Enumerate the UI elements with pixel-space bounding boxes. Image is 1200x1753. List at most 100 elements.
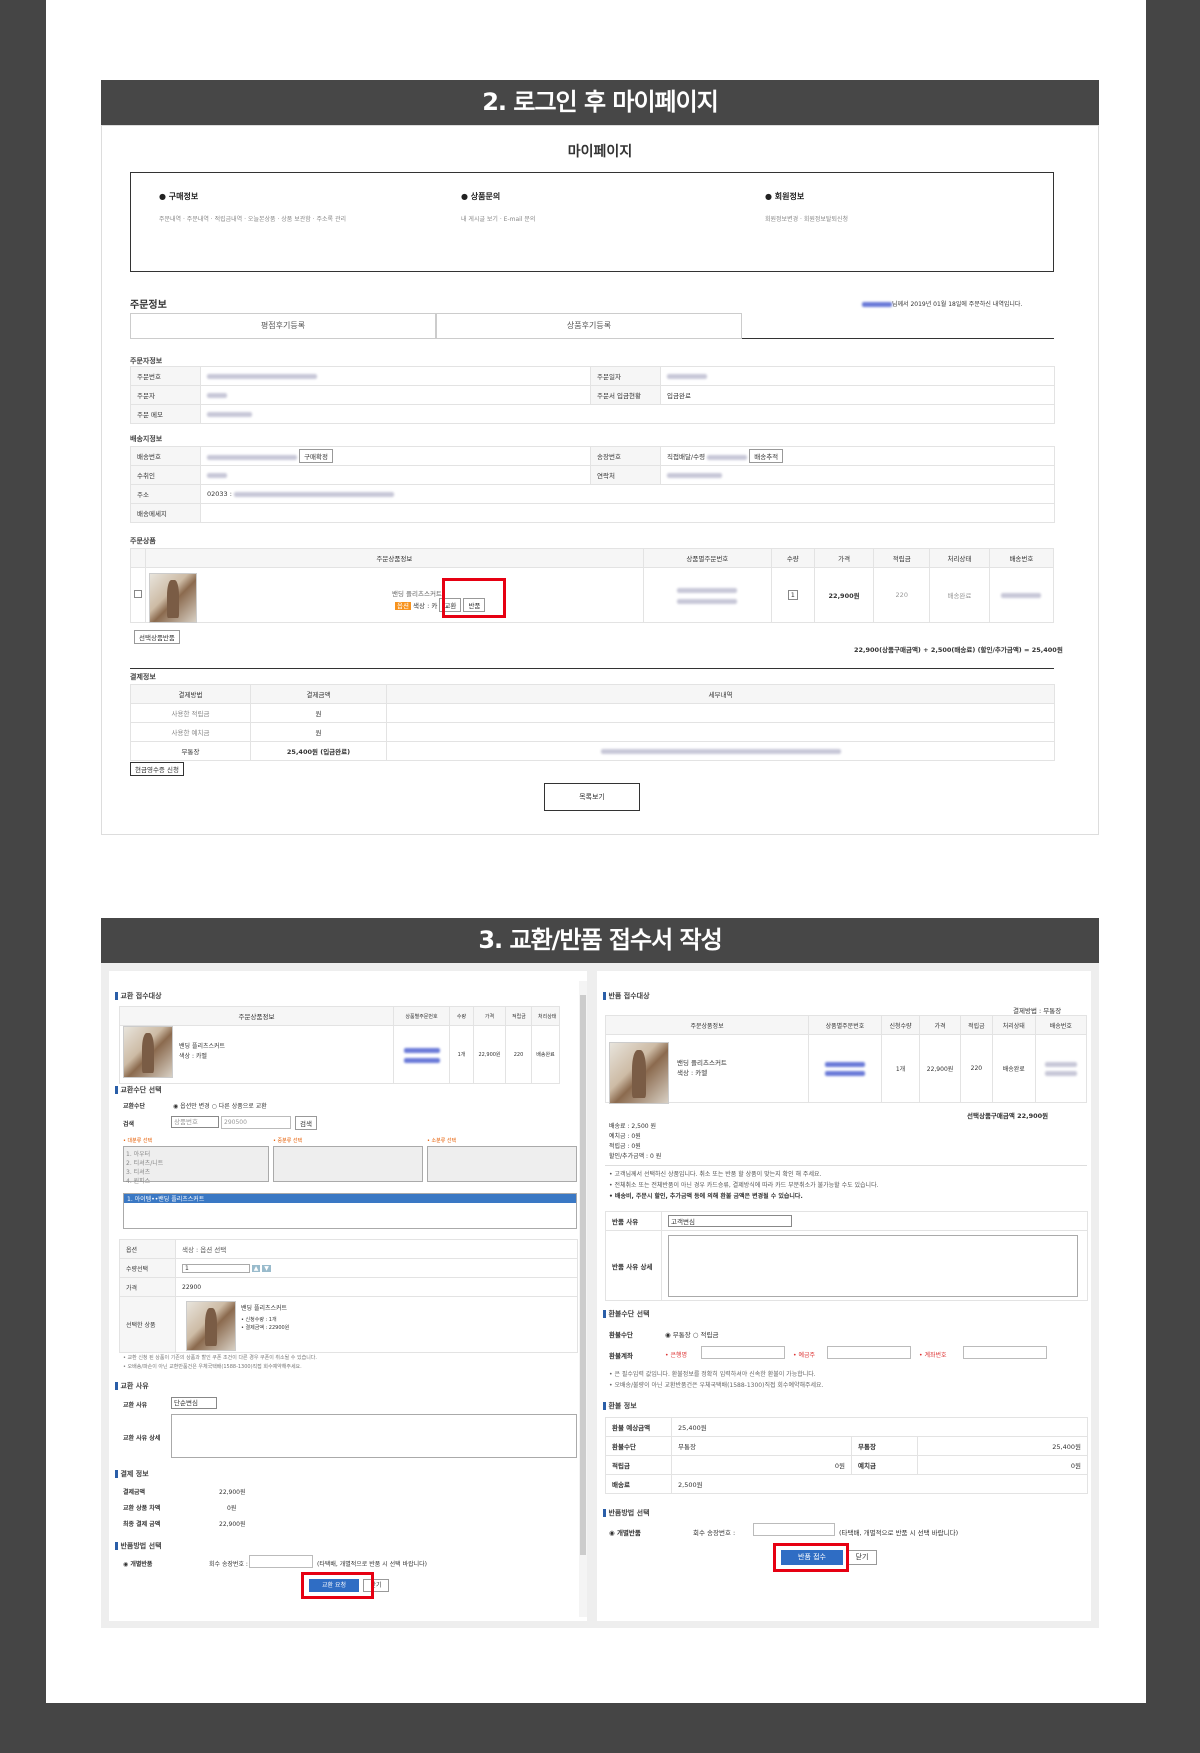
ex-ship-label: 개별반품	[130, 1561, 153, 1568]
product-list[interactable]: 1. 아이템••밴딩 플리츠스커트	[123, 1193, 577, 1229]
radio-selected-icon[interactable]: ◉	[173, 1103, 178, 1110]
return-close-button[interactable]: 닫기	[847, 1550, 877, 1565]
exchange-note-1: • 교환 신청 된 상품이 기존의 상품과 할인 쿠폰 조건이 다른 경우 쿠폰…	[123, 1355, 317, 1361]
category-item[interactable]: 3. 티셔츠	[126, 1167, 266, 1176]
ex-invoice-input[interactable]	[249, 1555, 313, 1568]
track-button[interactable]: 배송추적	[749, 449, 784, 463]
tab-rating-review[interactable]: 평점후기등록	[130, 313, 436, 339]
radio-icon[interactable]: ○	[693, 1331, 699, 1339]
qty-select[interactable]: 1	[787, 590, 798, 600]
exchange-return-highlight	[442, 578, 506, 618]
smile-icon: ●	[765, 192, 772, 201]
member-links[interactable]: 회원정보변경 · 회원정보탈퇴신청	[765, 214, 848, 223]
rt-invoice-input[interactable]	[753, 1523, 835, 1536]
account-no-input[interactable]	[963, 1346, 1047, 1359]
price-value: 22900	[175, 1277, 578, 1297]
radio-icon[interactable]: ○	[212, 1103, 217, 1110]
payment-points-label: 사용한 적립금	[130, 703, 251, 723]
refund-note-2: • 오배송/불량이 아닌 교환반품건은 우체국택배(1588-1300)직접 회…	[609, 1382, 824, 1389]
refund-info-title-text: 환불 정보	[608, 1402, 637, 1410]
reason-detail-textarea[interactable]	[171, 1414, 577, 1458]
rt-item-name: 밴딩 플리츠스커트	[677, 1059, 727, 1067]
info-fee-label: 배송료	[605, 1474, 672, 1494]
exchange-pay-title: 결제 정보	[115, 1469, 149, 1479]
refund-title-text: 환불수단 선택	[608, 1310, 650, 1318]
payment-points-value: 원	[250, 703, 387, 723]
search-type-select[interactable]: 상품번호	[171, 1116, 219, 1128]
category-list-2[interactable]	[273, 1146, 423, 1182]
member-heading: 회원정보	[774, 192, 805, 201]
pay-row-1-value: 22,900원	[219, 1489, 246, 1496]
pay-row-3-label: 최종 결제 금액	[123, 1521, 161, 1528]
product-name[interactable]: 밴딩 플리츠스커트	[392, 588, 442, 598]
refund-opt2: 적립금	[700, 1331, 719, 1339]
rt-ship-title: 반품방법 선택	[603, 1508, 650, 1518]
inquiry-links[interactable]: 내 게시글 보기 · E-mail 문의	[461, 214, 535, 223]
bank-input[interactable]	[701, 1346, 785, 1359]
product-thumbnail	[149, 573, 197, 623]
holder-input[interactable]	[827, 1346, 911, 1359]
search-button[interactable]: 검색	[295, 1116, 317, 1130]
bank-label: • 은행명	[665, 1352, 688, 1359]
header-price: 가격	[813, 548, 875, 568]
selected-return-button[interactable]: 선택상품반품	[134, 630, 180, 644]
product-option: 색상 : 카	[413, 602, 438, 610]
reason-select[interactable]: 단순변심	[171, 1397, 217, 1409]
search-input[interactable]: 290500	[221, 1116, 291, 1129]
rt-note-3: • 배송비, 주문시 할인, 추가금액 등에 의해 환불 금액은 변경될 수 있…	[609, 1193, 803, 1200]
category-list-1[interactable]: 1. 아우터 2. 티셔츠/니트 3. 티셔츠 4. 원피스	[123, 1146, 269, 1185]
order-no-label: 주문번호	[130, 366, 201, 386]
qty-input[interactable]: 1	[182, 1263, 250, 1273]
option-badge: 옵션	[395, 602, 411, 610]
product-points: 220	[873, 567, 931, 623]
confirm-purchase-button[interactable]: 구매확정	[299, 449, 333, 463]
rt-reason-select[interactable]: 고객변심	[668, 1215, 792, 1227]
rt-fees: 배송료 : 2,500 원 예치금 : 0원 적립금 : 0원 할인/추가금액 …	[609, 1122, 661, 1162]
info-points-value: 0원	[671, 1455, 852, 1475]
option-select[interactable]: 색상 : 옵션 선택	[182, 1246, 226, 1254]
category-item[interactable]: 1. 아우터	[126, 1149, 266, 1158]
payment-table: 결제방법 결제금액 세부내역 사용한 적립금 원 사용한 예치금 원 무통장 25,400…	[130, 684, 1055, 761]
cash-receipt-button[interactable]: 현금영수증 신청	[130, 762, 184, 776]
order-note: 님께서 2019년 01월 18일에 주문하신 내역입니다.	[862, 299, 1022, 308]
product-checkbox[interactable]	[133, 590, 142, 598]
deposit-status: 입금완료	[660, 385, 1055, 405]
rt-reason-detail-textarea[interactable]	[668, 1234, 1078, 1297]
info-circle-icon: ●	[159, 192, 166, 201]
list-button[interactable]: 목록보기	[544, 783, 640, 811]
qty-down-icon[interactable]: ▼	[262, 1264, 271, 1272]
exchange-target-title: 교환 접수대상	[115, 991, 162, 1001]
category-item[interactable]: 2. 티셔츠/니트	[126, 1158, 266, 1167]
divider	[605, 1165, 1087, 1166]
return-target-title: 반품 접수대상	[603, 991, 650, 1001]
exchange-ship-title-text: 반품방법 선택	[120, 1542, 162, 1550]
selected-product-row[interactable]: 1. 아이템••밴딩 플리츠스커트	[124, 1194, 576, 1203]
ex-header-order-no: 상품별주문번호	[393, 1006, 450, 1026]
expected-value: 25,400원	[670, 1417, 1089, 1437]
category-item[interactable]: 4. 원피스	[126, 1176, 266, 1185]
receiver-label: 수취인	[130, 465, 201, 485]
rt-ship-label-wrap: ◉ 개별반품	[609, 1527, 641, 1537]
category-list-3[interactable]	[427, 1146, 577, 1182]
scrollbar-thumb[interactable]	[580, 995, 586, 1555]
refund-info-table: 환불 예상금액 25,400원 환불수단 무통장 무통장 25,400원 적립금 0원 예치…	[605, 1417, 1089, 1494]
radio-selected-icon[interactable]: ◉	[665, 1331, 671, 1339]
rt-reason-label: 반품 사유	[605, 1211, 662, 1231]
tab-product-review[interactable]: 상품후기등록	[436, 313, 742, 339]
radio-selected-icon[interactable]: ◉	[123, 1561, 128, 1568]
rt-header-status: 처리상태	[991, 1015, 1036, 1035]
forms-container: 교환 접수대상 주문상품정보 상품별주문번호 수량 가격 적립금 처리상태 1개 22,90…	[101, 963, 1099, 1628]
scrollbar[interactable]	[579, 981, 587, 1617]
radio-selected-icon[interactable]: ◉	[609, 1529, 615, 1537]
table-row: 1 22,900원 220 배송완료	[130, 567, 1055, 623]
header-status: 처리상태	[929, 548, 990, 568]
section-2-banner: 2. 로그인 후 마이페이지	[101, 80, 1099, 125]
memo-label: 주문 메모	[130, 404, 201, 424]
chosen-thumbnail	[186, 1301, 236, 1351]
selected-return-wrap: 선택상품반품	[134, 630, 180, 644]
purchase-links[interactable]: 주문내역 · 주문내역 · 적립금내역 · 오늘본상품 · 상품 보관함 · 주…	[159, 214, 346, 223]
invoice-label: 송장번호	[590, 446, 661, 466]
qty-up-icon[interactable]: ▲	[251, 1264, 261, 1272]
products-label: 주문상품	[130, 537, 156, 545]
inquiry-heading: 상품문의	[470, 192, 501, 201]
